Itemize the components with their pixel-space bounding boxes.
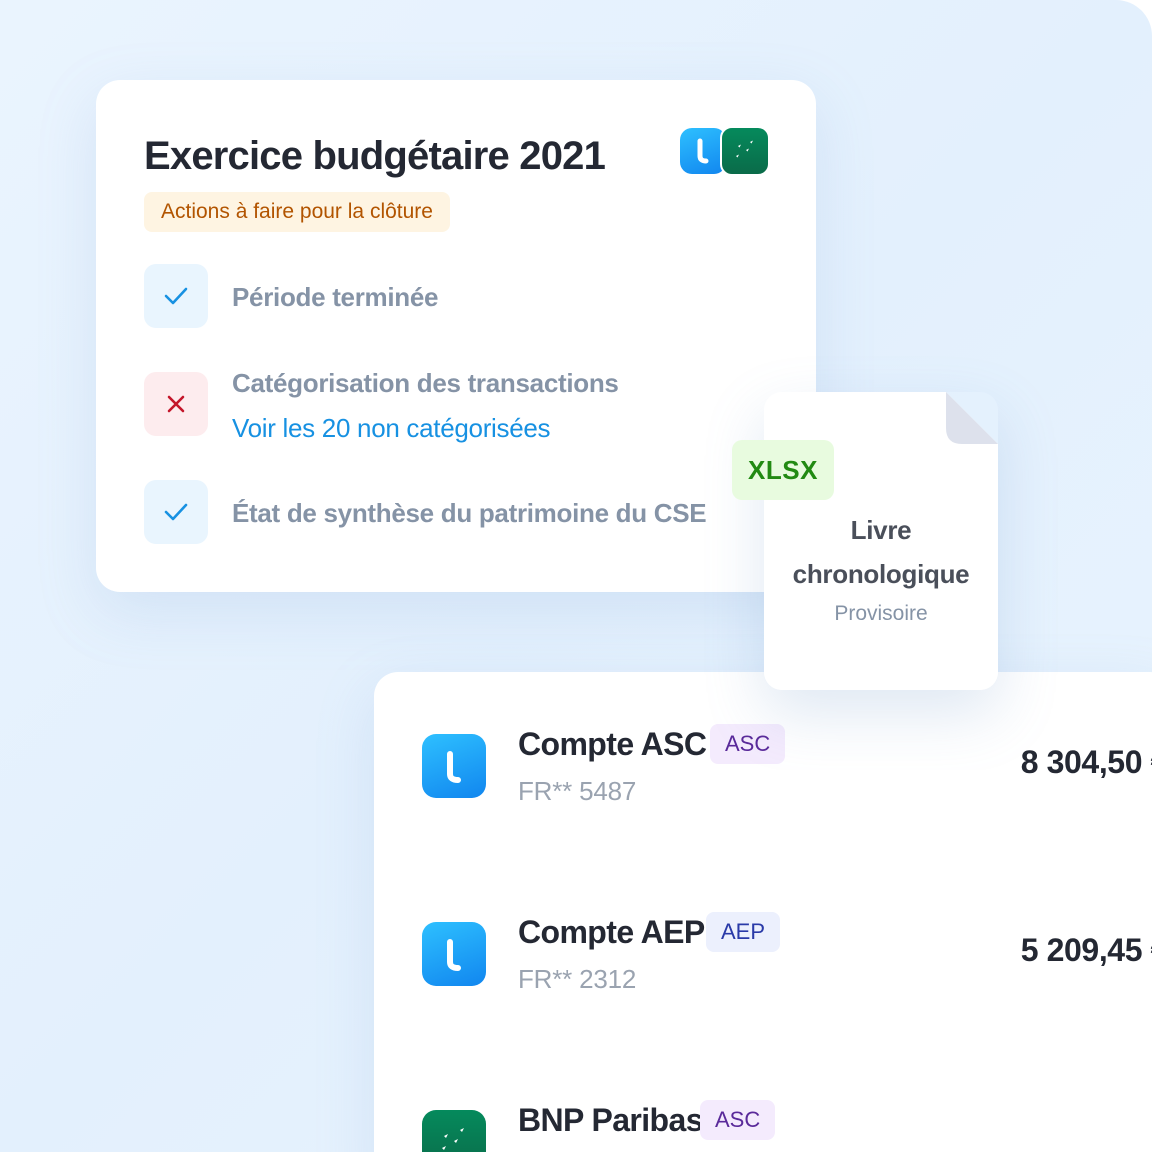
account-name: BNP Paribas <box>518 1102 704 1138</box>
checklist-item-categorization: Catégorisation des transactions Voir les… <box>144 368 619 444</box>
checklist-item-period: Période terminée <box>144 264 438 328</box>
account-balance: 8 304,50 € <box>1020 744 1152 780</box>
account-row[interactable]: BNP Paribas ASC <box>422 1098 1142 1152</box>
check-icon <box>144 480 208 544</box>
account-tag: ASC <box>700 1100 776 1140</box>
lydia-logo-icon <box>422 922 486 986</box>
file-format-badge: XLSX <box>732 440 834 500</box>
file-icon <box>946 392 998 444</box>
background-canvas: Exercice budgétaire 2021 Actions à faire… <box>0 0 1152 1152</box>
document-title-line1: Livre <box>850 515 912 545</box>
accounts-card: Compte ASC ASC FR** 5487 8 304,50 € Comp… <box>374 672 1152 1152</box>
document-title: Livre chronologique <box>764 508 998 596</box>
account-row[interactable]: Compte ASC ASC FR** 5487 8 304,50 € <box>422 722 1152 812</box>
account-tag: AEP <box>706 912 781 952</box>
account-iban: FR** 5487 <box>518 776 637 806</box>
uncategorized-transactions-link[interactable]: Voir les 20 non catégorisées <box>232 413 619 444</box>
status-badge: Actions à faire pour la clôture <box>144 192 450 232</box>
account-iban: FR** 2312 <box>518 964 637 994</box>
account-name: Compte ASC <box>518 726 707 762</box>
account-name: Compte AEP <box>518 914 705 950</box>
bnp-paribas-logo-icon <box>720 126 770 176</box>
document-status: Provisoire <box>834 602 928 625</box>
account-tag: ASC <box>710 724 786 764</box>
fiscal-year-card: Exercice budgétaire 2021 Actions à faire… <box>96 80 816 592</box>
bank-logos <box>680 126 770 176</box>
document-title-line2: chronologique <box>792 559 970 589</box>
fiscal-year-title: Exercice budgétaire 2021 <box>144 134 606 178</box>
cross-icon <box>144 372 208 436</box>
bnp-paribas-logo-icon <box>422 1110 486 1152</box>
check-icon <box>144 264 208 328</box>
lydia-logo-icon <box>422 734 486 798</box>
account-balance: 5 209,45 € <box>1020 932 1152 968</box>
checklist-item-synthesis: État de synthèse du patrimoine du CSE <box>144 480 707 544</box>
checklist-label: Catégorisation des transactions <box>232 368 619 398</box>
checklist-label: État de synthèse du patrimoine du CSE <box>232 498 707 528</box>
checklist-label: Période terminée <box>232 282 439 312</box>
account-row[interactable]: Compte AEP AEP FR** 2312 5 209,45 € <box>422 910 1152 1000</box>
